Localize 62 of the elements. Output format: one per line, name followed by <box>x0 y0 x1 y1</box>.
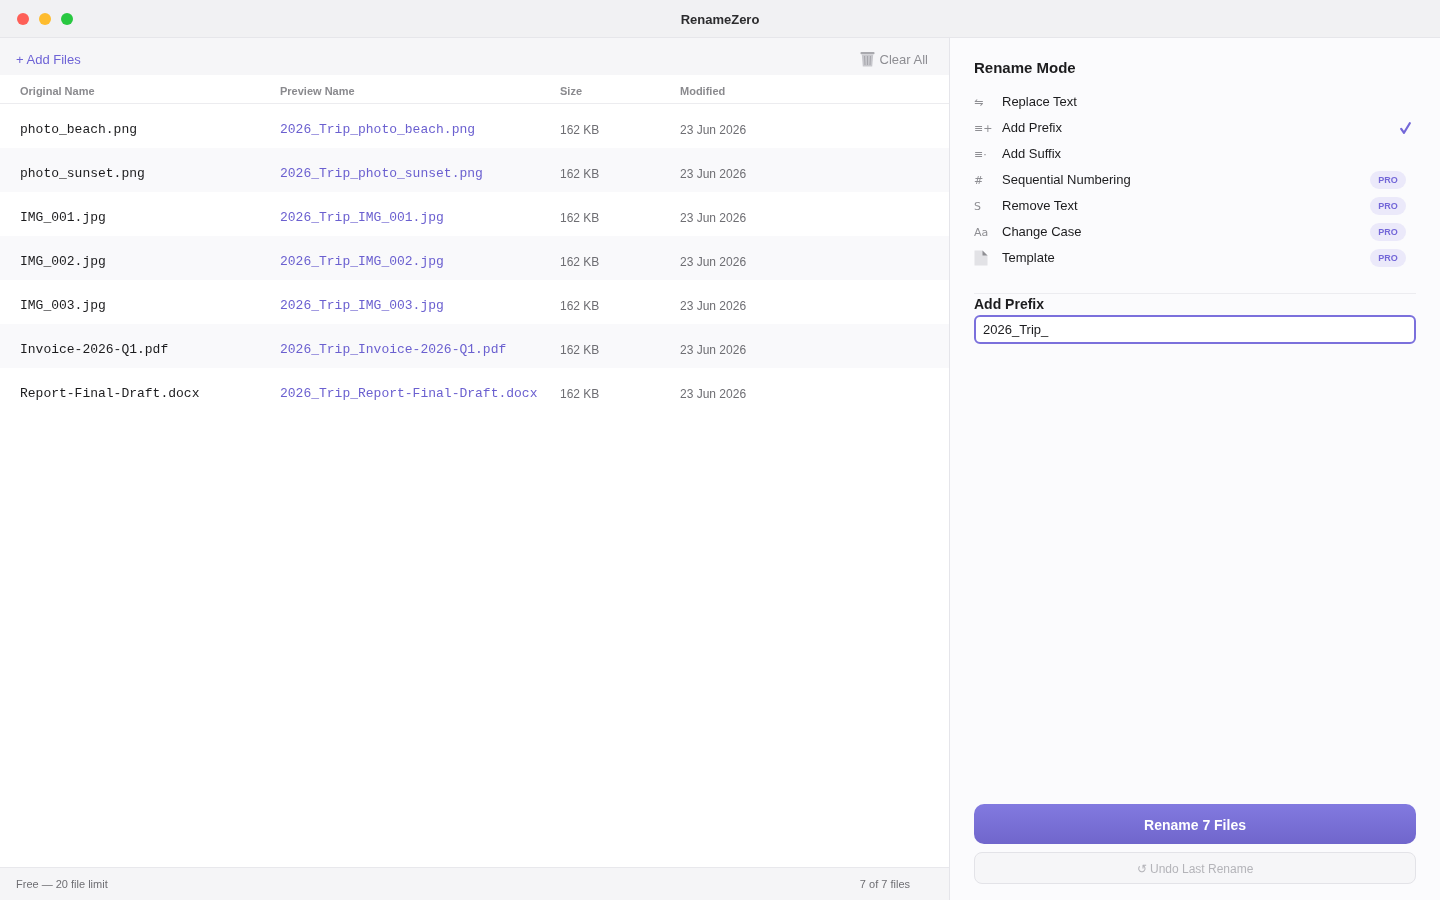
table-cell-text: 162 KB <box>560 209 600 227</box>
mode-option[interactable]: ⇋ Replace Text <box>974 89 1416 115</box>
window-close-button[interactable] <box>17 12 29 25</box>
pro-badge: PRO <box>1370 171 1406 189</box>
mode-symbol: ⇋ <box>974 96 984 108</box>
mode-option[interactable]: S Remove Text PRO <box>974 193 1416 219</box>
mode-symbol: S <box>974 200 981 212</box>
pro-badge: PRO <box>1370 223 1406 241</box>
table-cell-text: 23 Jun 2026 <box>680 253 747 271</box>
table-cell-text: IMG_002.jpg <box>20 252 106 271</box>
table-cell-text: 162 KB <box>560 121 600 139</box>
table-cell-text: 23 Jun 2026 <box>680 121 747 139</box>
pro-badge: PRO <box>1370 197 1406 215</box>
mode-option[interactable]: # Sequential Numbering PRO <box>974 167 1416 193</box>
column-header: Original Name <box>20 83 95 99</box>
table-cell-text: 162 KB <box>560 253 600 271</box>
table-cell-text: IMG_003.jpg <box>20 296 106 315</box>
table-cell-text: 2026_Trip_photo_sunset.png <box>280 164 483 183</box>
table-cell-text: 2026_Trip_IMG_001.jpg <box>280 208 444 227</box>
table-cell-text: 162 KB <box>560 341 600 359</box>
table-cell-text: Report-Final-Draft.docx <box>20 384 200 403</box>
table-cell-text: 23 Jun 2026 <box>680 385 747 403</box>
table-cell-text: Invoice-2026-Q1.pdf <box>20 340 169 359</box>
window-minimize-button[interactable] <box>39 12 51 25</box>
table-cell-text: 2026_Trip_photo_beach.png <box>280 120 476 139</box>
table-cell-text: photo_beach.png <box>20 120 138 139</box>
table-cell-text: 162 KB <box>560 385 600 403</box>
table-cell-text: 23 Jun 2026 <box>680 341 747 359</box>
column-header: Modified <box>680 83 726 99</box>
pro-badge: PRO <box>1370 249 1406 267</box>
mode-symbol: Aa <box>974 226 989 238</box>
document-icon <box>974 250 988 266</box>
table-cell-text: 2026_Trip_IMG_003.jpg <box>280 296 444 315</box>
table-cell-text: photo_sunset.png <box>20 164 145 183</box>
mode-symbol: ≡· <box>974 148 987 160</box>
table-cell-text: 2026_Trip_IMG_002.jpg <box>280 252 444 271</box>
table-cell-text: 23 Jun 2026 <box>680 297 747 315</box>
prefix-input[interactable]: 2026_Trip_ <box>974 315 1416 344</box>
mode-option[interactable]: Template PRO <box>974 245 1416 271</box>
column-header: Size <box>560 83 582 99</box>
mode-option[interactable]: ≡· Add Suffix <box>974 141 1416 167</box>
window-zoom-button[interactable] <box>61 12 73 25</box>
mode-option[interactable]: ≡+ Add Prefix <box>974 115 1416 141</box>
table-cell-text: IMG_001.jpg <box>20 208 106 227</box>
table-cell-text: 162 KB <box>560 297 600 315</box>
file-count: 7 of 7 files <box>859 876 910 892</box>
section-title: Rename Mode <box>974 58 1077 78</box>
plan-status: Free — 20 file limit <box>16 876 108 892</box>
add-files-button[interactable]: + Add Files <box>16 47 81 66</box>
table-cell-text: 2026_Trip_Invoice-2026-Q1.pdf <box>280 340 507 359</box>
trash-icon <box>859 51 875 67</box>
table-cell-text: 162 KB <box>560 165 600 183</box>
rename-button[interactable]: Rename 7 Files <box>974 804 1416 844</box>
mode-symbol: # <box>974 174 984 186</box>
table-cell-text: 23 Jun 2026 <box>680 209 747 227</box>
table-cell-text: 2026_Trip_Report-Final-Draft.docx <box>280 384 538 403</box>
field-label: Add Prefix <box>974 295 1045 313</box>
column-header: Preview Name <box>280 83 355 99</box>
mode-option[interactable]: Aa Change Case PRO <box>974 219 1416 245</box>
window-title: RenameZero <box>680 10 760 29</box>
table-cell-text: 23 Jun 2026 <box>680 165 747 183</box>
mode-symbol: ≡+ <box>974 122 993 134</box>
